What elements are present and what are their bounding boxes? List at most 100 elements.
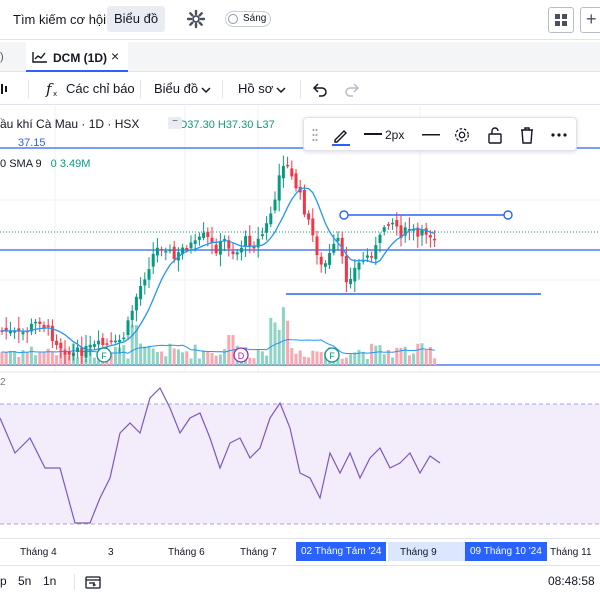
candle-body	[139, 285, 143, 300]
candle-body	[172, 246, 176, 259]
tab-dcm[interactable]: DCM (1D) ×	[26, 42, 128, 72]
range-button-partial[interactable]: p	[0, 574, 7, 588]
time-tick: 3	[108, 547, 114, 558]
volume-bar	[290, 348, 294, 365]
volume-bar	[168, 343, 172, 365]
toolbar-divider	[28, 80, 29, 98]
legend-collapse-button[interactable]: −	[168, 117, 182, 129]
line-style-icon[interactable]	[422, 134, 440, 136]
add-button[interactable]: +	[580, 7, 600, 33]
candle-body	[206, 231, 210, 237]
candle-body	[38, 321, 42, 324]
candle-body	[286, 164, 290, 167]
rsi-band	[0, 404, 600, 524]
candle-body	[323, 263, 327, 267]
candle-body	[147, 269, 151, 280]
line-width-label[interactable]: 2px	[385, 128, 404, 142]
symbol-name: ầu khí Cà Mau · 1D · HSX	[0, 117, 140, 131]
candle-body	[34, 321, 38, 324]
candle-body	[307, 213, 311, 220]
chevron-down-icon[interactable]	[276, 86, 286, 94]
toolbar-divider	[140, 80, 141, 98]
volume-bar	[269, 317, 273, 365]
redo-icon[interactable]	[344, 81, 360, 97]
candle-body	[231, 251, 235, 255]
date-range-icon[interactable]	[85, 574, 101, 590]
previous-tab-fragment[interactable]: )	[0, 51, 4, 63]
candle-body	[151, 253, 155, 267]
svg-text:x: x	[53, 90, 57, 98]
theme-toggle[interactable]: Sáng	[225, 11, 271, 27]
trash-icon[interactable]	[519, 126, 535, 144]
indicators-icon[interactable]: f x	[44, 80, 60, 98]
timeframe-fragment-icon[interactable]	[0, 82, 8, 96]
candle-body	[349, 278, 353, 285]
volume-bar	[8, 351, 12, 365]
volume-bar	[189, 358, 193, 365]
volume-bar	[46, 348, 50, 365]
volume-bar	[151, 348, 155, 365]
gear-icon[interactable]	[186, 9, 206, 29]
volume-bar	[277, 329, 281, 365]
time-tick: Tháng 9	[400, 547, 437, 558]
candle-body	[92, 344, 96, 347]
volume-bar	[34, 355, 38, 365]
volume-bar	[420, 343, 424, 365]
pencil-color-icon[interactable]	[331, 126, 351, 146]
volume-bar	[349, 354, 353, 365]
indicators-button[interactable]: Các chỉ báo	[66, 81, 135, 96]
nav-search-opportunities[interactable]: Tìm kiếm cơ hội	[13, 12, 106, 27]
layout-grid-button[interactable]	[548, 7, 574, 33]
volume-value: 0 3.49M	[50, 158, 91, 170]
close-icon[interactable]: ×	[111, 48, 119, 64]
volume-bar	[38, 352, 42, 365]
price-chart[interactable]: F D F 2	[0, 106, 600, 538]
volume-bar	[55, 355, 59, 365]
profile-button[interactable]: Hồ sơ	[238, 81, 273, 96]
volume-bar	[370, 343, 374, 365]
lock-icon[interactable]	[487, 126, 503, 144]
volume-bar	[294, 353, 298, 365]
candle-body	[365, 255, 369, 258]
candle-body	[319, 256, 323, 265]
candle-body	[130, 310, 134, 320]
volume-bar	[42, 351, 46, 365]
range-1d-button[interactable]: 1n	[43, 574, 56, 588]
line-width-icon[interactable]	[364, 132, 382, 136]
bottom-bar: p 5n 1n 08:48:58	[0, 565, 600, 600]
volume-bar	[403, 346, 407, 365]
drawing-toolbar: 2px	[303, 117, 577, 151]
candle-body	[374, 245, 378, 260]
sma-label: SMA 9	[9, 158, 42, 170]
volume-bar	[122, 344, 126, 365]
candle-body	[160, 249, 164, 251]
top-navigation: Tìm kiếm cơ hội Biểu đồ Sáng +	[0, 0, 600, 40]
candle-body	[134, 296, 138, 311]
range-5d-button[interactable]: 5n	[18, 574, 31, 588]
volume-bar	[353, 352, 357, 365]
more-icon[interactable]	[550, 133, 568, 137]
candle-body	[105, 343, 109, 345]
volume-bar	[176, 349, 180, 365]
chart-type-button[interactable]: Biểu đồ	[154, 81, 198, 96]
volume-bar	[227, 335, 231, 365]
volume-bar	[319, 352, 323, 365]
drag-handle-icon[interactable]	[312, 128, 318, 142]
time-axis[interactable]: Tháng 4 3 Tháng 6 Tháng 7 02 Tháng Tám '…	[0, 538, 600, 564]
candle-body	[235, 252, 239, 255]
candle-body	[202, 232, 206, 239]
candlesticks	[0, 155, 437, 365]
volume-bar	[185, 351, 189, 365]
candle-body	[63, 350, 67, 355]
volume-bar	[17, 357, 21, 365]
volume-bar	[416, 343, 420, 365]
candle-body	[59, 342, 63, 349]
undo-icon[interactable]	[312, 81, 328, 97]
candle-body	[164, 251, 168, 253]
chevron-down-icon[interactable]	[201, 86, 211, 94]
svg-text:D: D	[238, 351, 245, 361]
nav-chart-button[interactable]: Biểu đồ	[107, 6, 165, 32]
candle-body	[88, 344, 92, 348]
settings-icon[interactable]	[453, 126, 471, 144]
plus-icon: +	[586, 9, 597, 29]
